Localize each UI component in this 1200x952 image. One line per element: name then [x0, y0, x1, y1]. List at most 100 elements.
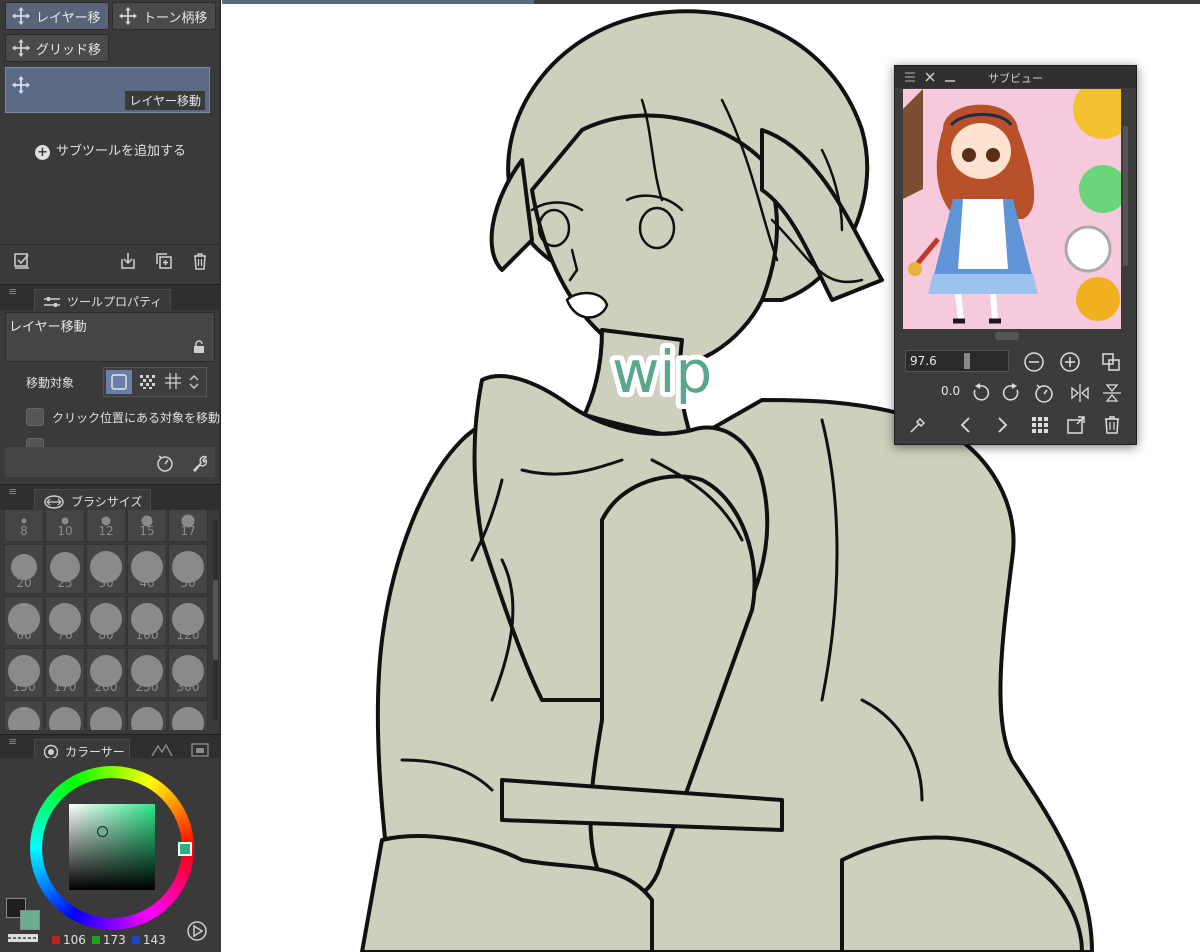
brush-size-option[interactable]: 30 [86, 544, 126, 594]
subtool-label: レイヤー移 [36, 10, 101, 26]
zoom-in-icon[interactable] [1059, 351, 1081, 373]
zoom-slider[interactable]: 97.6 [905, 350, 1009, 372]
reset-rotation-icon[interactable] [1033, 382, 1055, 404]
brush-size-option[interactable] [168, 700, 208, 730]
import-icon[interactable] [118, 251, 138, 271]
reset-icon[interactable] [155, 453, 175, 473]
brush-size-option[interactable]: 40 [127, 544, 167, 594]
brush-size-option[interactable]: 170 [45, 648, 85, 698]
lock-icon[interactable] [192, 340, 206, 354]
trash-icon[interactable] [1101, 414, 1123, 436]
tab-tool-property[interactable]: ツールプロパティ [34, 289, 172, 311]
zoom-slider-handle[interactable] [964, 353, 970, 369]
color-slider-tab-icon[interactable] [150, 742, 174, 758]
brush-size-option[interactable] [45, 700, 85, 730]
brush-size-option[interactable] [127, 700, 167, 730]
brush-size-option[interactable] [86, 700, 126, 730]
hue-marker[interactable] [178, 842, 192, 856]
tone-pattern-icon [140, 375, 155, 389]
color-wheel-panel: 106 173 143 [0, 758, 221, 952]
brush-size-header: ≡ ブラシサイズ [0, 484, 221, 511]
zoom-out-icon[interactable] [1023, 351, 1045, 373]
subtool-tone-move-button[interactable]: トーン柄移 [112, 2, 216, 30]
brush-size-option[interactable]: 50 [168, 544, 208, 594]
move-target-label: 移動対象 [26, 376, 75, 390]
reference-image-art [903, 89, 1121, 329]
eyedropper-icon[interactable] [907, 414, 929, 436]
transparent-color-icon[interactable] [8, 934, 38, 942]
tab-brush-size[interactable]: ブラシサイズ [34, 489, 152, 511]
previous-image-icon[interactable] [955, 414, 977, 436]
brush-size-option[interactable]: 60 [4, 596, 44, 646]
move-target-tone-button[interactable] [134, 370, 160, 394]
brush-size-option[interactable]: 300 [168, 648, 208, 698]
brush-size-option[interactable]: 17 [168, 510, 208, 542]
brush-size-option[interactable]: 120 [168, 596, 208, 646]
fit-view-icon[interactable] [1100, 351, 1122, 373]
subview-scrollbar[interactable] [1123, 126, 1128, 266]
chevron-updown-icon [189, 375, 199, 389]
subview-titlebar[interactable]: サブビュー [895, 66, 1136, 88]
move-target-grid-button[interactable] [160, 370, 186, 394]
tab-tool-property-label: ツールプロパティ [67, 295, 163, 309]
brush-size-value: 20 [16, 576, 32, 590]
click-position-checkbox[interactable] [26, 408, 44, 426]
color-set-tab-icon[interactable] [190, 742, 210, 758]
trash-icon[interactable] [190, 251, 210, 271]
brush-size-option[interactable] [4, 700, 44, 730]
brush-size-option[interactable]: 100 [127, 596, 167, 646]
brush-size-option[interactable]: 250 [127, 648, 167, 698]
brush-size-option[interactable]: 8 [4, 510, 44, 542]
brush-dot [8, 707, 40, 730]
brush-size-option[interactable]: 10 [45, 510, 85, 542]
saturation-value-square[interactable] [69, 804, 155, 890]
next-image-icon[interactable] [991, 414, 1013, 436]
brush-size-option[interactable]: 200 [86, 648, 126, 698]
rotate-right-icon[interactable] [1001, 382, 1023, 404]
subtool-layer-move-button[interactable]: レイヤー移 [5, 2, 109, 30]
tool-property-title-box: レイヤー移動 [5, 312, 215, 362]
brush-size-value: 120 [176, 628, 200, 642]
brush-size-option[interactable]: 70 [45, 596, 85, 646]
scrollbar-thumb[interactable] [213, 580, 218, 660]
move-target-dropdown[interactable] [184, 370, 204, 394]
play-circle-icon[interactable] [186, 920, 208, 942]
flip-vertical-icon[interactable] [1101, 382, 1123, 404]
sub-color-swatch[interactable] [20, 910, 40, 930]
brush-size-value: 70 [57, 628, 73, 642]
palette-menu-icon[interactable]: ≡ [8, 736, 20, 747]
brush-dot [49, 707, 81, 730]
brush-size-grid: 8 10 12 15 17 20 25 30 40 50 60 70 80 10… [4, 510, 210, 730]
subtool-label: グリッド移 [36, 42, 102, 58]
flip-horizontal-icon[interactable] [1069, 382, 1091, 404]
import-image-icon[interactable] [1065, 414, 1087, 436]
wrench-icon[interactable] [190, 453, 210, 473]
rotate-left-icon[interactable] [969, 382, 991, 404]
brush-size-option[interactable]: 25 [45, 544, 85, 594]
move-target-layer-button[interactable] [106, 370, 132, 394]
brush-size-option[interactable]: 15 [127, 510, 167, 542]
click-position-option[interactable]: クリック位置にある対象を移動 [26, 408, 220, 426]
brush-size-option[interactable]: 12 [86, 510, 126, 542]
subview-title: サブビュー [988, 72, 1043, 85]
subtool-selected-item[interactable]: レイヤー移動 [5, 67, 210, 113]
palette-menu-icon[interactable]: ≡ [8, 286, 20, 297]
brush-size-option[interactable]: 150 [4, 648, 44, 698]
duplicate-icon[interactable] [154, 251, 174, 271]
subview-resize-handle[interactable] [995, 332, 1019, 340]
brush-size-scrollbar[interactable] [213, 520, 218, 720]
add-subtool-button[interactable]: + サブツールを追加する [0, 140, 221, 160]
move-target-selector [103, 367, 207, 397]
brush-size-value: 300 [176, 680, 200, 694]
brush-size-option[interactable]: 80 [86, 596, 126, 646]
reference-image[interactable] [903, 89, 1121, 329]
palette-menu-icon[interactable]: ≡ [8, 486, 20, 497]
layer-square-icon [111, 374, 127, 390]
option-checkbox-partial[interactable] [26, 438, 44, 447]
subtool-grid-move-button[interactable]: グリッド移 [5, 34, 109, 62]
brush-size-value: 8 [20, 524, 28, 538]
color-picker-marker[interactable] [97, 826, 108, 837]
subtool-settings-icon[interactable] [12, 251, 32, 271]
brush-size-option[interactable]: 20 [4, 544, 44, 594]
image-list-icon[interactable] [1029, 414, 1051, 436]
